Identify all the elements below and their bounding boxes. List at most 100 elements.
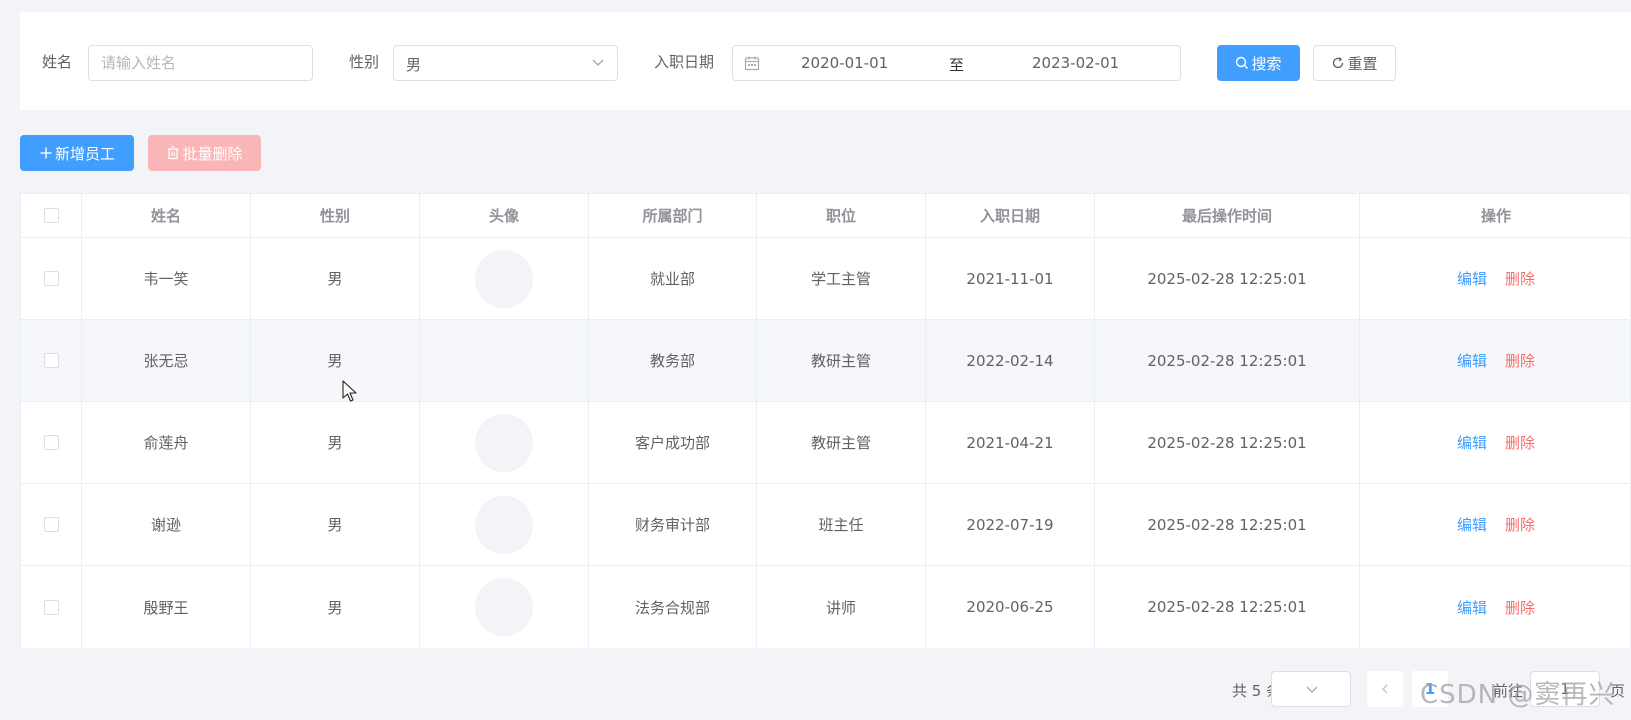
- table-row[interactable]: 张无忌 男 教务部 教研主管 2022-02-14 2025-02-28 12:…: [21, 320, 1630, 402]
- cell-department: 法务合规部: [589, 566, 757, 648]
- cell-position: 讲师: [757, 566, 926, 648]
- cell-department: 财务审计部: [589, 484, 757, 565]
- cell-name: 殷野王: [82, 566, 251, 648]
- row-select-cell: [21, 484, 82, 565]
- row-checkbox[interactable]: [43, 599, 59, 615]
- cell-name: 韦一笑: [82, 238, 251, 319]
- cell-last-updated: 2025-02-28 12:25:01: [1095, 566, 1360, 648]
- cell-position: 班主任: [757, 484, 926, 565]
- edit-link[interactable]: 编辑: [1457, 268, 1487, 289]
- table-row[interactable]: 殷野王 男 法务合规部 讲师 2020-06-25 2025-02-28 12:…: [21, 566, 1630, 648]
- cell-gender: 男: [251, 566, 420, 648]
- plus-icon: [40, 147, 52, 159]
- header-department[interactable]: 所属部门: [589, 194, 757, 237]
- cell-last-updated: 2025-02-28 12:25:01: [1095, 484, 1360, 565]
- entry-date-label: 入职日期: [654, 53, 715, 71]
- delete-link[interactable]: 删除: [1505, 268, 1535, 289]
- table-row[interactable]: 俞莲舟 男 客户成功部 教研主管 2021-04-21 2025-02-28 1…: [21, 402, 1630, 484]
- header-actions: 操作: [1480, 207, 1511, 225]
- header-position[interactable]: 职位: [757, 194, 926, 237]
- edit-link[interactable]: 编辑: [1457, 350, 1487, 371]
- cell-name: 俞莲舟: [82, 402, 251, 483]
- delete-link[interactable]: 删除: [1505, 432, 1535, 453]
- search-button-label: 搜索: [1251, 54, 1282, 73]
- cell-actions: 编辑 删除: [1360, 238, 1631, 319]
- row-checkbox[interactable]: [43, 271, 59, 286]
- avatar: [475, 413, 533, 472]
- cell-avatar: [420, 566, 589, 648]
- chevron-down-icon: [1306, 686, 1318, 694]
- edit-link[interactable]: 编辑: [1457, 514, 1487, 535]
- cell-gender: 男: [251, 238, 420, 319]
- date-start-value[interactable]: 2020-01-01: [801, 54, 888, 72]
- header-avatar[interactable]: 头像: [420, 194, 589, 237]
- header-entry-date[interactable]: 入职日期: [926, 194, 1095, 237]
- edit-link[interactable]: 编辑: [1457, 432, 1487, 453]
- table-row[interactable]: 韦一笑 男 就业部 学工主管 2021-11-01 2025-02-28 12:…: [21, 238, 1630, 320]
- cell-actions: 编辑 删除: [1360, 566, 1631, 648]
- select-all-checkbox[interactable]: [43, 208, 59, 223]
- cell-avatar: [420, 320, 589, 401]
- chevron-down-icon: [592, 59, 604, 67]
- cell-gender: 男: [251, 484, 420, 565]
- cell-position: 教研主管: [757, 320, 926, 401]
- delete-link[interactable]: 删除: [1505, 597, 1535, 618]
- avatar: [475, 578, 533, 636]
- cell-entry-date: 2022-02-14: [926, 320, 1095, 401]
- cell-department: 教务部: [589, 320, 757, 401]
- header-gender[interactable]: 性别: [251, 194, 420, 237]
- cell-actions: 编辑 删除: [1360, 320, 1631, 401]
- employee-table: 姓名 性别 头像 所属部门 职位 入职日期 最后操作时间 操作 韦一笑 男 就业…: [20, 193, 1631, 648]
- row-select-cell: [21, 566, 82, 648]
- header-name[interactable]: 姓名: [82, 194, 251, 237]
- name-input[interactable]: [89, 46, 312, 80]
- entry-date-range-picker[interactable]: 2020-01-01 至 2023-02-01: [732, 45, 1181, 81]
- chevron-left-icon: [1382, 684, 1388, 694]
- header-last-updated[interactable]: 最后操作时间: [1095, 194, 1360, 237]
- date-end-value[interactable]: 2023-02-01: [1032, 54, 1119, 72]
- cell-entry-date: 2021-11-01: [926, 238, 1095, 319]
- cell-position: 学工主管: [757, 238, 926, 319]
- cell-department: 就业部: [589, 238, 757, 319]
- cell-last-updated: 2025-02-28 12:25:01: [1095, 238, 1360, 319]
- name-field[interactable]: [88, 45, 313, 81]
- calendar-icon: [744, 56, 760, 71]
- reset-button[interactable]: 重置: [1313, 45, 1396, 81]
- add-employee-button[interactable]: 新增员工: [20, 135, 134, 171]
- search-button[interactable]: 搜索: [1217, 45, 1300, 81]
- edit-link[interactable]: 编辑: [1457, 597, 1487, 618]
- table-header: 姓名 性别 头像 所属部门 职位 入职日期 最后操作时间 操作: [21, 194, 1630, 238]
- row-select-cell: [21, 320, 82, 401]
- gender-select[interactable]: 男: [393, 45, 618, 81]
- cell-entry-date: 2020-06-25: [926, 566, 1095, 648]
- reset-button-label: 重置: [1347, 54, 1378, 73]
- cell-actions: 编辑 删除: [1360, 402, 1631, 483]
- delete-link[interactable]: 删除: [1505, 514, 1535, 535]
- cell-last-updated: 2025-02-28 12:25:01: [1095, 402, 1360, 483]
- avatar: [475, 495, 533, 554]
- avatar: [475, 249, 533, 308]
- cell-entry-date: 2022-07-19: [926, 484, 1095, 565]
- search-icon: [1236, 56, 1249, 69]
- gender-select-value: 男: [406, 56, 422, 74]
- name-label: 姓名: [42, 53, 73, 71]
- header-select-all-cell: [21, 194, 82, 237]
- page-size-select[interactable]: [1271, 671, 1351, 707]
- cell-position: 教研主管: [757, 402, 926, 483]
- row-checkbox[interactable]: [43, 517, 59, 532]
- row-select-cell: [21, 238, 82, 319]
- delete-link[interactable]: 删除: [1505, 350, 1535, 371]
- cell-department: 客户成功部: [589, 402, 757, 483]
- cell-avatar: [420, 238, 589, 319]
- row-checkbox[interactable]: [43, 435, 59, 450]
- mouse-cursor-icon: [342, 380, 357, 402]
- refresh-icon: [1333, 57, 1344, 69]
- trash-icon: [167, 146, 179, 160]
- watermark: CSDN @窦再兴: [1420, 680, 1616, 710]
- cell-actions: 编辑 删除: [1360, 484, 1631, 565]
- batch-delete-button[interactable]: 批量删除: [148, 135, 261, 171]
- cell-last-updated: 2025-02-28 12:25:01: [1095, 320, 1360, 401]
- row-checkbox[interactable]: [43, 353, 59, 368]
- prev-page-button[interactable]: [1367, 671, 1403, 707]
- table-row[interactable]: 谢逊 男 财务审计部 班主任 2022-07-19 2025-02-28 12:…: [21, 484, 1630, 566]
